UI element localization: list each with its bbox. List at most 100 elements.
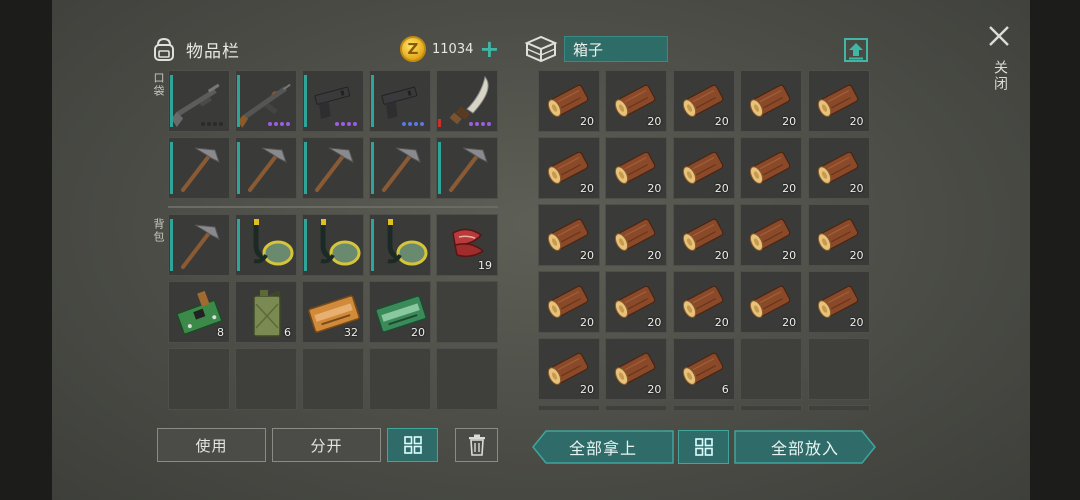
use-button[interactable]: 使用 [157, 428, 266, 462]
item-count: 19 [478, 259, 492, 272]
box-slot[interactable]: 20 [538, 271, 600, 333]
box-slot[interactable] [605, 405, 668, 410]
box-slot[interactable]: 20 [807, 204, 870, 266]
box-slot[interactable] [538, 405, 600, 410]
box-scroll-area[interactable]: 20 20 20 20 20 20 20 20 20 20 20 20 20 20 20 20 20 20 20 20… [538, 70, 870, 410]
put-all-button[interactable]: 全部放入 [734, 430, 876, 464]
upload-icon[interactable] [843, 37, 869, 63]
item-count: 20 [714, 316, 729, 329]
durability-bar [170, 142, 173, 194]
pocket-slot[interactable] [369, 70, 431, 132]
backpack-slot[interactable]: 32 [302, 281, 364, 343]
pocket-slot[interactable] [436, 70, 498, 132]
box-slot[interactable]: 6 [672, 338, 735, 400]
screen-edge-left [0, 0, 52, 500]
item-count: 8 [217, 326, 224, 339]
box-slot[interactable] [807, 405, 870, 410]
box-slot[interactable]: 20 [740, 137, 803, 199]
backpack-slot[interactable]: 6 [235, 281, 297, 343]
coin-icon: Z [400, 36, 426, 62]
item-count: 20 [782, 182, 797, 195]
pocket-slot[interactable] [302, 70, 364, 132]
item-count: 20 [849, 316, 864, 329]
inventory-header: 物品栏 [150, 32, 240, 66]
item-count: 20 [714, 115, 729, 128]
pockets-grid [168, 70, 498, 199]
backpack-slot[interactable]: 19 [436, 214, 498, 276]
durability-bar [237, 75, 240, 127]
screen-edge-right [1030, 0, 1080, 500]
item-count: 20 [782, 115, 797, 128]
pocket-slot[interactable] [168, 70, 230, 132]
backpack-slot[interactable] [235, 348, 297, 410]
item-count: 20 [411, 326, 425, 339]
item-count: 20 [580, 115, 594, 128]
durability-bar [170, 75, 173, 127]
backpack-slot[interactable] [436, 281, 498, 343]
add-coins-button[interactable]: + [479, 37, 499, 61]
box-slot[interactable]: 20 [538, 204, 600, 266]
backpack-slot[interactable] [369, 214, 431, 276]
box-slot[interactable]: 20 [740, 204, 803, 266]
pocket-slot[interactable] [302, 137, 364, 199]
box-slot[interactable]: 20 [605, 204, 668, 266]
item-count: 20 [849, 115, 864, 128]
durability-bar [438, 119, 441, 127]
box-slot[interactable]: 20 [807, 271, 870, 333]
durability-bar [304, 219, 307, 271]
backpack-slot[interactable] [436, 348, 498, 410]
item-count: 20 [647, 383, 662, 396]
box-slot[interactable] [672, 405, 735, 410]
box-slot[interactable]: 20 [672, 271, 735, 333]
backpack-slot[interactable] [369, 348, 431, 410]
close-icon[interactable] [987, 24, 1011, 48]
take-all-button[interactable]: 全部拿上 [532, 430, 674, 464]
box-slot[interactable]: 20 [605, 137, 668, 199]
pocket-slot[interactable] [369, 137, 431, 199]
grid-sort-icon [694, 438, 713, 456]
rarity-dots [268, 122, 290, 126]
pocket-slot[interactable] [235, 70, 297, 132]
box-slot[interactable]: 20 [672, 204, 735, 266]
backpack-slot[interactable] [302, 214, 364, 276]
backpack-slot[interactable]: 20 [369, 281, 431, 343]
box-slot[interactable]: 20 [605, 70, 668, 132]
item-count: 20 [714, 249, 729, 262]
box-slot[interactable]: 20 [807, 137, 870, 199]
rarity-dots [201, 122, 223, 126]
sort-grid-button[interactable] [387, 428, 438, 462]
item-count: 20 [647, 182, 662, 195]
box-slot[interactable]: 20 [740, 70, 803, 132]
sort-box-button[interactable] [678, 430, 729, 464]
pocket-slot[interactable] [235, 137, 297, 199]
item-count: 20 [782, 316, 797, 329]
pocket-slot[interactable] [436, 137, 498, 199]
box-slot[interactable] [740, 405, 803, 410]
box-slot[interactable]: 20 [807, 70, 870, 132]
box-slot[interactable]: 20 [605, 338, 668, 400]
pocket-slot[interactable] [168, 137, 230, 199]
box-slot[interactable]: 20 [672, 137, 735, 199]
item-count: 6 [284, 326, 291, 339]
rarity-dots [335, 122, 357, 126]
item-count: 20 [647, 249, 662, 262]
box-slot[interactable]: 20 [538, 70, 600, 132]
box-slot[interactable] [807, 338, 870, 400]
backpack-slot[interactable] [235, 214, 297, 276]
box-slot[interactable]: 20 [538, 137, 600, 199]
box-slot[interactable]: 20 [740, 271, 803, 333]
delete-button[interactable] [455, 428, 498, 462]
box-slot[interactable]: 20 [672, 70, 735, 132]
box-slot[interactable] [740, 338, 803, 400]
backpack-slot[interactable] [168, 348, 230, 410]
backpack-slot[interactable] [168, 214, 230, 276]
close-label[interactable]: 关闭 [990, 60, 1010, 92]
split-button[interactable]: 分开 [272, 428, 381, 462]
backpack-slot[interactable]: 8 [168, 281, 230, 343]
box-name-field[interactable]: 箱子 [564, 36, 668, 62]
backpack-slot[interactable] [302, 348, 364, 410]
box-slot[interactable]: 20 [605, 271, 668, 333]
item-count: 20 [849, 249, 864, 262]
item-count: 20 [580, 383, 594, 396]
box-slot[interactable]: 20 [538, 338, 600, 400]
